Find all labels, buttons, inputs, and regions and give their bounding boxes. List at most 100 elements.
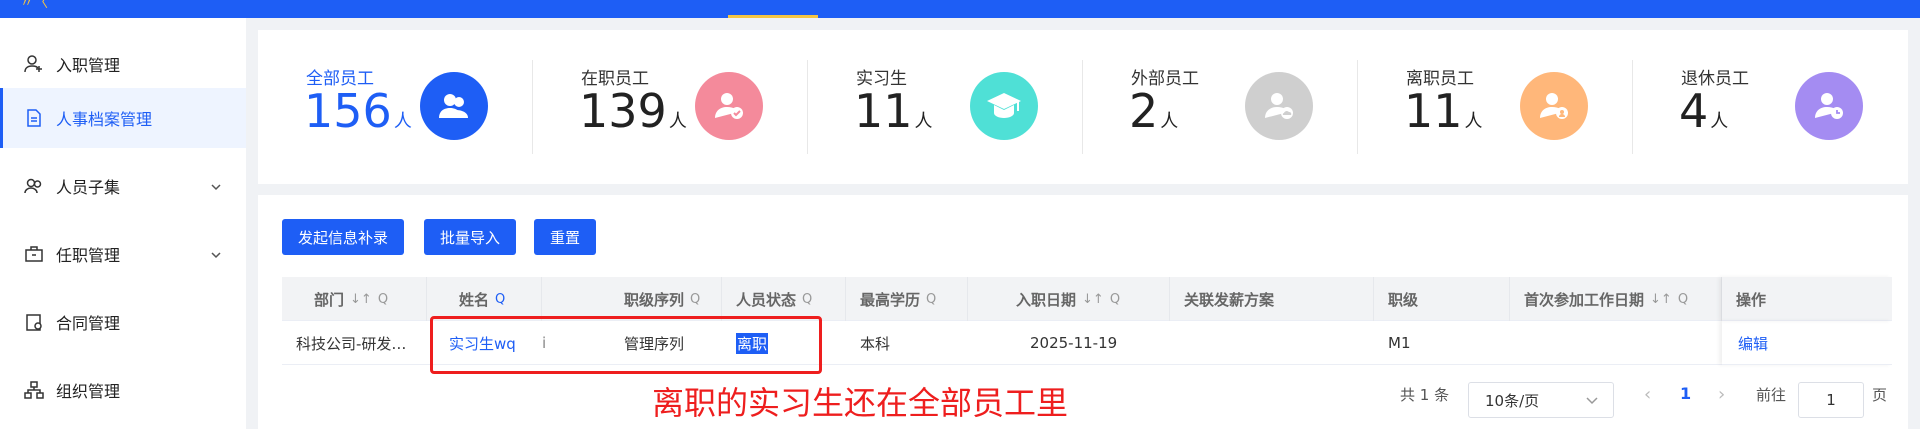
sidebar-item-label: 合同管理 bbox=[56, 314, 121, 333]
header-label: 入职日期 bbox=[1016, 290, 1077, 309]
column-header-education[interactable]: 最高学历 Q bbox=[846, 277, 968, 321]
search-icon[interactable]: Q bbox=[690, 292, 700, 307]
cell-hire-date: 2025-11-19 bbox=[1030, 334, 1118, 352]
cell-dept: 科技公司-研发… bbox=[296, 334, 407, 353]
records-panel: 发起信息补录 批量导入 重置 部门 ↓↑ Q 姓名 Q 职级序列 Q 人员状态 Q 最高学… bbox=[258, 195, 1908, 429]
user-add-icon bbox=[24, 54, 44, 74]
stat-unit: 人 bbox=[914, 111, 933, 132]
header-label: 人员状态 bbox=[736, 290, 797, 309]
cell-first-work-date bbox=[1510, 321, 1722, 365]
column-header-status[interactable]: 人员状态 Q bbox=[722, 277, 846, 321]
search-icon[interactable]: Q bbox=[802, 292, 812, 307]
annotation-text: 离职的实习生还在全部员工里 bbox=[652, 384, 1069, 422]
header-label: 最高学历 bbox=[860, 290, 921, 309]
header-label: 操作 bbox=[1736, 290, 1767, 309]
sidebar-item-personnel-subsets[interactable]: 人员子集 bbox=[0, 156, 246, 216]
batch-import-button[interactable]: 批量导入 bbox=[424, 219, 517, 255]
sidebar: 入职管理 人事档案管理 人员子集 任职管理 合同管理 组织管理 bbox=[0, 18, 246, 429]
annotation-highlight-box bbox=[430, 316, 822, 374]
contract-icon bbox=[24, 312, 44, 332]
sidebar-item-hr-records[interactable]: 人事档案管理 bbox=[0, 88, 246, 148]
stat-value: 4人 bbox=[1679, 86, 1728, 137]
user-cloud-icon bbox=[1245, 72, 1313, 140]
next-page-icon[interactable]: › bbox=[1718, 384, 1725, 405]
page-suffix-label: 页 bbox=[1872, 386, 1888, 404]
stat-number: 4 bbox=[1679, 84, 1709, 138]
stat-interns[interactable]: 实习生 11 人 bbox=[808, 30, 1083, 184]
stat-unit: 人 bbox=[1710, 111, 1729, 132]
stat-value: 11 人 bbox=[854, 86, 933, 137]
chevron-down-icon bbox=[210, 246, 222, 265]
top-nav-bar: 〃〈 bbox=[0, 0, 1920, 18]
sort-icon[interactable]: ↓↑ bbox=[1082, 292, 1104, 307]
stat-number: 2 bbox=[1129, 84, 1159, 138]
header-label: 关联发薪方案 bbox=[1184, 290, 1275, 309]
column-header-dept[interactable]: 部门 ↓↑ Q bbox=[282, 277, 427, 321]
prev-page-icon[interactable]: ‹ bbox=[1644, 384, 1651, 405]
page-size-select[interactable]: 10条/页 bbox=[1468, 382, 1614, 418]
user-check-icon bbox=[695, 72, 763, 140]
stat-number: 139 bbox=[579, 84, 667, 138]
column-header-hidden bbox=[542, 277, 610, 321]
stat-unit: 人 bbox=[668, 111, 687, 132]
cell-pay-plan bbox=[1170, 321, 1374, 365]
current-page[interactable]: 1 bbox=[1680, 384, 1691, 403]
stat-number: 11 bbox=[1404, 84, 1463, 138]
column-header-rank-series[interactable]: 职级序列 Q bbox=[610, 277, 722, 321]
column-header-hire-date[interactable]: 入职日期 ↓↑ Q bbox=[968, 277, 1170, 321]
stat-unit: 人 bbox=[1464, 111, 1483, 132]
briefcase-icon bbox=[24, 244, 44, 264]
stat-unit: 人 bbox=[1160, 111, 1179, 132]
sidebar-item-label: 入职管理 bbox=[56, 56, 121, 75]
active-nav-indicator bbox=[728, 15, 818, 18]
sort-icon[interactable]: ↓↑ bbox=[1650, 292, 1672, 307]
goto-page-input[interactable] bbox=[1798, 382, 1864, 418]
user-clock-icon bbox=[1795, 72, 1863, 140]
search-icon[interactable]: Q bbox=[1678, 292, 1688, 307]
edit-link[interactable]: 编辑 bbox=[1722, 321, 1892, 365]
sidebar-item-label: 人事档案管理 bbox=[56, 110, 153, 129]
reset-button[interactable]: 重置 bbox=[534, 219, 597, 255]
column-header-rank[interactable]: 职级 bbox=[1374, 277, 1510, 321]
sort-icon[interactable]: ↓↑ bbox=[350, 292, 372, 307]
column-header-pay-plan[interactable]: 关联发薪方案 bbox=[1170, 277, 1374, 321]
stat-value: 11 人 bbox=[1404, 86, 1483, 137]
stats-panel: 全部员工 156 人 在职员工 139 人 实习生 11 人 外部员工 2人 离职员工… bbox=[258, 30, 1908, 184]
chevron-down-icon bbox=[210, 178, 222, 197]
users-icon bbox=[24, 176, 44, 196]
stat-value: 2人 bbox=[1129, 86, 1178, 137]
header-label: 职级序列 bbox=[624, 290, 685, 309]
table-header: 部门 ↓↑ Q 姓名 Q 职级序列 Q 人员状态 Q 最高学历 Q 入职日期 ↓↑ Q 关联发薪… bbox=[282, 277, 1892, 321]
header-label: 职级 bbox=[1388, 290, 1419, 309]
search-icon[interactable]: Q bbox=[378, 292, 388, 307]
sidebar-item-contracts[interactable]: 合同管理 bbox=[0, 292, 246, 352]
stat-number: 11 bbox=[854, 84, 913, 138]
search-icon[interactable]: Q bbox=[495, 292, 505, 307]
stat-value: 156 人 bbox=[304, 86, 412, 137]
logo-icon: 〃〈 bbox=[20, 0, 48, 11]
initiate-info-supplement-button[interactable]: 发起信息补录 bbox=[282, 219, 405, 255]
sidebar-item-organization[interactable]: 组织管理 bbox=[0, 360, 246, 420]
sidebar-item-onboarding[interactable]: 入职管理 bbox=[0, 34, 246, 94]
goto-label: 前往 bbox=[1756, 386, 1787, 404]
stat-resigned-employees[interactable]: 离职员工 11 人 bbox=[1358, 30, 1633, 184]
user-card-icon bbox=[1520, 72, 1588, 140]
stat-external-employees[interactable]: 外部员工 2人 bbox=[1083, 30, 1358, 184]
sidebar-item-appointment[interactable]: 任职管理 bbox=[0, 224, 246, 284]
cell-rank: M1 bbox=[1388, 334, 1411, 352]
pagination-total: 共 1 条 bbox=[1400, 386, 1450, 404]
org-chart-icon bbox=[24, 380, 44, 400]
column-header-actions: 操作 bbox=[1722, 277, 1892, 321]
stat-active-employees[interactable]: 在职员工 139 人 bbox=[533, 30, 808, 184]
page-size-value: 10条/页 bbox=[1485, 391, 1540, 410]
search-icon[interactable]: Q bbox=[1110, 292, 1120, 307]
search-icon[interactable]: Q bbox=[926, 292, 936, 307]
sidebar-item-label: 任职管理 bbox=[56, 246, 121, 265]
graduation-cap-icon bbox=[970, 72, 1038, 140]
column-header-name[interactable]: 姓名 Q bbox=[427, 277, 542, 321]
stat-unit: 人 bbox=[393, 111, 412, 132]
stat-retired-employees[interactable]: 退休员工 4人 bbox=[1633, 30, 1908, 184]
sidebar-item-label: 人员子集 bbox=[56, 178, 121, 197]
stat-all-employees[interactable]: 全部员工 156 人 bbox=[258, 30, 533, 184]
column-header-first-work-date[interactable]: 首次参加工作日期 ↓↑ Q bbox=[1510, 277, 1722, 321]
